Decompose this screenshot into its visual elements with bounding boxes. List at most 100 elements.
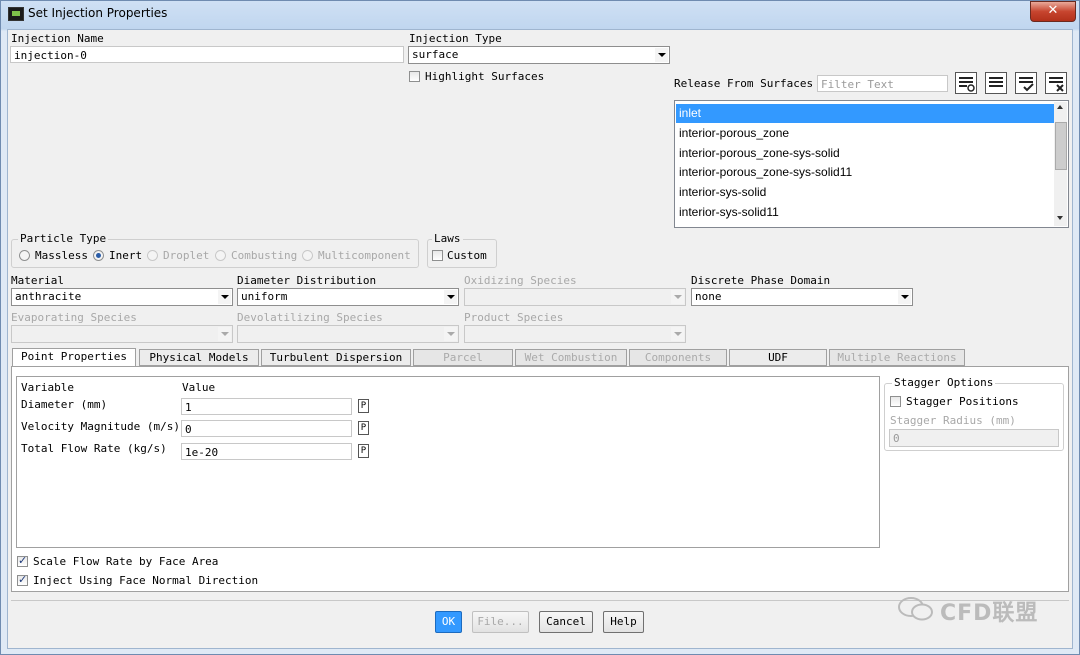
- massless-label: Massless: [35, 249, 88, 262]
- product-species-select: [464, 325, 686, 343]
- stagger-positions-label: Stagger Positions: [906, 395, 1019, 408]
- injection-type-select[interactable]: surface: [408, 46, 670, 64]
- watermark-text: CFD联盟: [940, 601, 1039, 626]
- multicomponent-label: Multicomponent: [318, 249, 411, 262]
- title-bar[interactable]: Set Injection Properties ✕: [0, 0, 1078, 28]
- chevron-down-icon: [671, 327, 684, 341]
- injection-name-input[interactable]: injection-0: [10, 46, 404, 63]
- ok-button[interactable]: OK: [435, 611, 462, 633]
- massless-radio[interactable]: [19, 250, 30, 261]
- scale-flow-rate-checkbox[interactable]: [17, 554, 28, 567]
- scroll-up-icon[interactable]: [1057, 105, 1063, 109]
- total-flow-rate-input[interactable]: 1e-20: [181, 443, 352, 460]
- droplet-radio: [147, 250, 158, 261]
- tab-point-properties[interactable]: Point Properties: [12, 348, 136, 367]
- inject-normal-checkbox[interactable]: [17, 573, 28, 586]
- list-item[interactable]: inlet: [676, 104, 1056, 123]
- droplet-label: Droplet: [163, 249, 210, 262]
- product-species-label: Product Species: [464, 311, 564, 324]
- tab-udf[interactable]: UDF: [729, 349, 827, 366]
- tab-components: Components: [629, 349, 727, 366]
- tab-wet-combustion: Wet Combustion: [515, 349, 627, 366]
- stagger-positions-checkbox[interactable]: [890, 396, 901, 407]
- list-clear-icon[interactable]: [1045, 72, 1067, 94]
- combusting-radio: [215, 250, 226, 261]
- filter-text-input[interactable]: Filter Text: [817, 75, 948, 92]
- chevron-down-icon: [655, 48, 668, 62]
- velocity-parameter-button[interactable]: P: [358, 421, 369, 435]
- total-flow-rate-label: Total Flow Rate (kg/s): [21, 442, 167, 455]
- list-item[interactable]: interior-porous_zone-sys-solid: [676, 144, 1056, 163]
- diameter-parameter-button[interactable]: P: [358, 399, 369, 413]
- diameter-input[interactable]: 1: [181, 398, 352, 415]
- discrete-phase-domain-value: none: [695, 290, 722, 303]
- diameter-label: Diameter (mm): [21, 398, 108, 411]
- stagger-options-title: Stagger Options: [892, 376, 996, 389]
- point-properties-table: [16, 376, 880, 548]
- diameter-distribution-select[interactable]: uniform: [237, 288, 459, 306]
- help-button[interactable]: Help: [603, 611, 644, 633]
- scale-flow-rate-label: Scale Flow Rate by Face Area: [33, 555, 219, 568]
- scroll-thumb[interactable]: [1055, 122, 1067, 170]
- chevron-down-icon: [218, 327, 231, 341]
- evaporating-species-select: [11, 325, 233, 343]
- highlight-surfaces-label: Highlight Surfaces: [425, 70, 545, 83]
- chevron-down-icon: [671, 290, 684, 304]
- scroll-down-icon[interactable]: [1057, 216, 1063, 220]
- list-item[interactable]: interior-sys-solid11: [676, 203, 1056, 222]
- tab-turbulent-dispersion[interactable]: Turbulent Dispersion: [261, 349, 411, 366]
- injection-type-label: Injection Type: [409, 32, 502, 45]
- chevron-down-icon: [218, 290, 231, 304]
- injection-type-value: surface: [412, 48, 459, 61]
- velocity-magnitude-label: Velocity Magnitude (m/s): [21, 420, 180, 433]
- material-select[interactable]: anthracite: [11, 288, 233, 306]
- inert-label: Inert: [109, 249, 143, 262]
- chevron-down-icon: [444, 327, 457, 341]
- list-check-icon[interactable]: [1015, 72, 1037, 94]
- combusting-label: Combusting: [231, 249, 298, 262]
- discrete-phase-domain-select[interactable]: none: [691, 288, 913, 306]
- release-from-surfaces-label: Release From Surfaces: [674, 77, 814, 90]
- deselect-all-icon[interactable]: [985, 72, 1007, 94]
- oxidizing-species-select: [464, 288, 686, 306]
- inject-normal-label: Inject Using Face Normal Direction: [33, 574, 259, 587]
- variable-column-header: Variable: [21, 381, 74, 394]
- tab-physical-models[interactable]: Physical Models: [139, 349, 259, 366]
- custom-laws-label: Custom: [447, 249, 487, 262]
- velocity-magnitude-input[interactable]: 0: [181, 420, 352, 437]
- app-icon: [8, 7, 24, 21]
- file-button: File...: [472, 611, 529, 633]
- stagger-radius-label: Stagger Radius (mm): [890, 414, 1016, 427]
- particle-type-title: Particle Type: [18, 232, 109, 245]
- value-column-header: Value: [182, 381, 216, 394]
- devolatilizing-species-select: [237, 325, 459, 343]
- material-label: Material: [11, 274, 64, 287]
- evaporating-species-label: Evaporating Species: [11, 311, 137, 324]
- window-title: Set Injection Properties: [28, 6, 168, 20]
- diameter-distribution-label: Diameter Distribution: [237, 274, 377, 287]
- flow-rate-parameter-button[interactable]: P: [358, 444, 369, 458]
- list-item[interactable]: interior-sys-solid: [676, 183, 1056, 202]
- surface-list[interactable]: inlet interior-porous_zone interior-poro…: [674, 100, 1069, 228]
- chevron-down-icon: [444, 290, 457, 304]
- multicomponent-radio: [302, 250, 313, 261]
- list-scrollbar[interactable]: [1054, 102, 1067, 226]
- stagger-radius-input: 0: [889, 429, 1059, 447]
- inert-radio[interactable]: [93, 250, 104, 261]
- cancel-button[interactable]: Cancel: [539, 611, 593, 633]
- list-item[interactable]: interior-porous_zone: [676, 124, 1056, 143]
- custom-laws-checkbox[interactable]: [432, 250, 443, 261]
- oxidizing-species-label: Oxidizing Species: [464, 274, 577, 287]
- laws-title: Laws: [432, 232, 463, 245]
- select-all-icon[interactable]: [955, 72, 977, 94]
- injection-name-label: Injection Name: [11, 32, 104, 45]
- chevron-down-icon: [898, 290, 911, 304]
- material-value: anthracite: [15, 290, 82, 303]
- wechat-logo-icon: [897, 596, 935, 622]
- close-button[interactable]: ✕: [1030, 1, 1076, 22]
- highlight-surfaces-checkbox[interactable]: [409, 71, 420, 82]
- devolatilizing-species-label: Devolatilizing Species: [237, 311, 383, 324]
- list-item[interactable]: interior-porous_zone-sys-solid11: [676, 163, 1056, 182]
- tab-parcel: Parcel: [413, 349, 513, 366]
- tab-multiple-reactions: Multiple Reactions: [829, 349, 965, 366]
